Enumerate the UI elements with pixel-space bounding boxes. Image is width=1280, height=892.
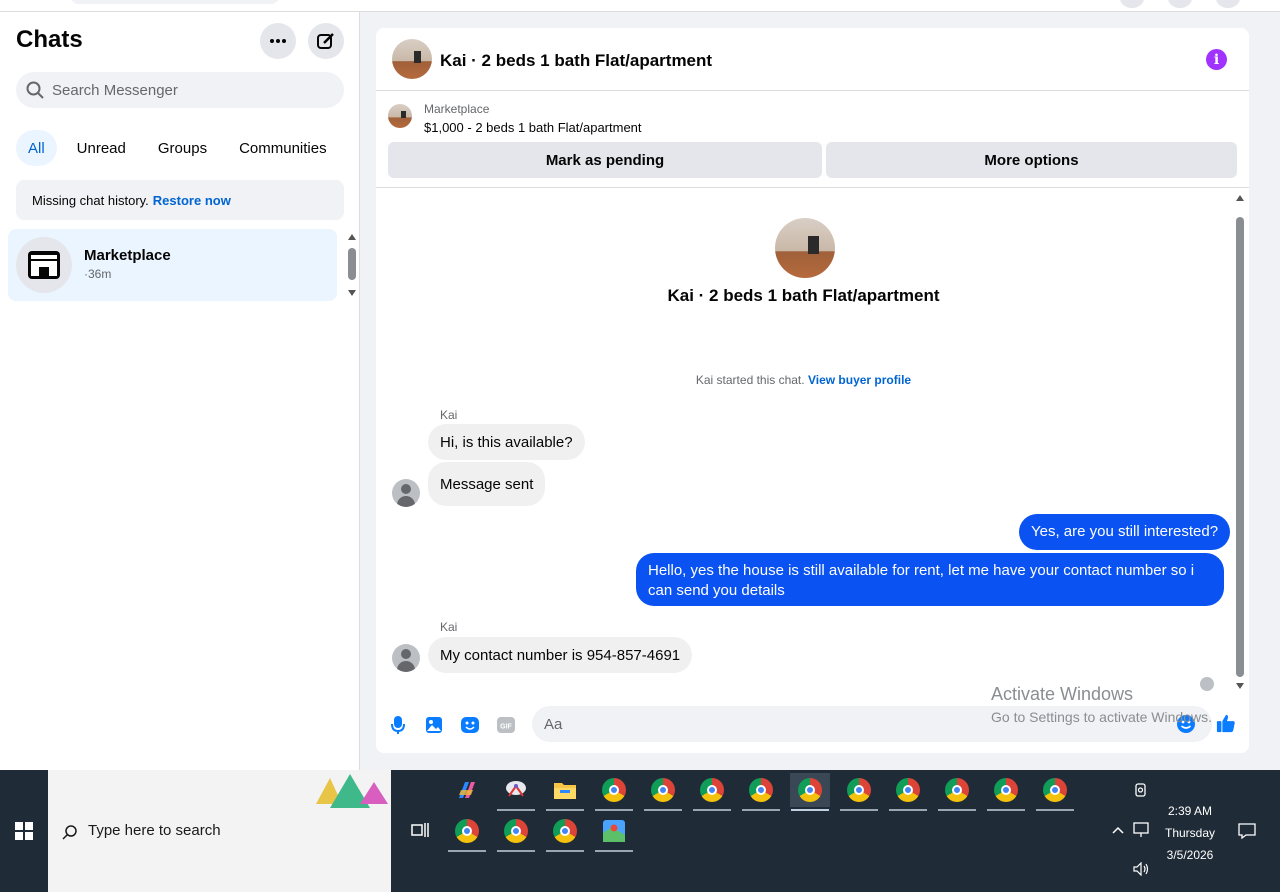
- more-options-listing-button[interactable]: More options: [826, 142, 1237, 178]
- chat-name: Marketplace: [84, 247, 171, 264]
- windows-logo-icon: [15, 822, 33, 840]
- notifications-icon[interactable]: [1238, 822, 1256, 843]
- search-icon: [26, 81, 44, 99]
- mark-as-pending-button[interactable]: Mark as pending: [388, 142, 822, 178]
- chat-list-item[interactable]: Marketplace ·36m: [8, 229, 337, 301]
- thread-scrollbar[interactable]: [1234, 189, 1246, 689]
- chrome-icon[interactable]: [741, 773, 781, 811]
- menu-icon[interactable]: [1120, 0, 1144, 8]
- show-hidden-icons-chevron-icon[interactable]: [1111, 824, 1125, 838]
- message-thread: Kai · 2 beds 1 bath Flat/apartment Kai s…: [376, 189, 1249, 691]
- chrome-icon[interactable]: [986, 773, 1026, 811]
- user-avatar: [392, 644, 420, 672]
- user-avatar: [392, 479, 420, 507]
- chat-filter-tabs: All Unread Groups Communities: [16, 130, 339, 166]
- facebook-search-bar[interactable]: [70, 0, 280, 4]
- missing-history-notice: Missing chat history. Restore now: [16, 180, 344, 220]
- clock-time: 2:39 AM: [1167, 804, 1213, 818]
- chrome-icon[interactable]: [888, 773, 928, 811]
- file-explorer-icon[interactable]: [545, 773, 585, 811]
- listing-large-thumbnail: [775, 218, 835, 278]
- snipping-tool-icon[interactable]: [496, 773, 536, 811]
- chrome-icon[interactable]: [937, 773, 977, 811]
- view-buyer-profile-link[interactable]: View buyer profile: [808, 373, 911, 387]
- conversation-title[interactable]: Kai · 2 beds 1 bath Flat/apartment: [440, 51, 712, 71]
- gif-icon[interactable]: GIF: [496, 715, 516, 735]
- search-highlight-illustration: [316, 774, 388, 808]
- more-options-button[interactable]: [260, 23, 296, 59]
- incoming-message[interactable]: Hi, is this available?: [428, 424, 585, 460]
- listing-small-thumbnail: [388, 104, 412, 128]
- taskbar-clock[interactable]: 2:39 AM Thursday 3/5/2026: [1150, 800, 1230, 866]
- conversation-panel: Kai · 2 beds 1 bath Flat/apartment i Mar…: [376, 28, 1249, 753]
- chrome-icon[interactable]: [692, 773, 732, 811]
- outgoing-message[interactable]: Hello, yes the house is still available …: [636, 553, 1224, 606]
- watermark-line2: Go to Settings to activate Windows.: [991, 709, 1212, 725]
- chat-time: ·36m: [84, 267, 112, 281]
- chats-sidebar: Chats All Unread Groups Communities Miss…: [0, 12, 360, 770]
- new-message-button[interactable]: [308, 23, 344, 59]
- marketplace-label: Marketplace: [424, 102, 490, 116]
- search-messenger[interactable]: [16, 72, 344, 108]
- chrome-icon-active[interactable]: [790, 773, 830, 811]
- chrome-icon[interactable]: [839, 773, 879, 811]
- clock-date: 3/5/2026: [1166, 848, 1214, 862]
- marketplace-avatar: [16, 237, 72, 293]
- microphone-icon[interactable]: [388, 715, 408, 735]
- profile-avatar[interactable]: [1216, 0, 1240, 8]
- tab-all[interactable]: All: [16, 130, 57, 166]
- chats-title: Chats: [16, 26, 83, 53]
- thread-title: Kai · 2 beds 1 bath Flat/apartment: [667, 286, 940, 305]
- taskbar-search-text: Type here to search: [88, 822, 221, 839]
- top-nav-strip: [0, 0, 1280, 12]
- chrome-icon[interactable]: [643, 773, 683, 811]
- chrome-icon[interactable]: [447, 814, 487, 852]
- incoming-message[interactable]: My contact number is 954-857-4691: [428, 637, 693, 673]
- image-icon[interactable]: [424, 715, 444, 735]
- marketplace-listing-bar: Marketplace $1,000 - 2 beds 1 bath Flat/…: [376, 92, 1249, 188]
- tab-communities[interactable]: Communities: [227, 130, 339, 166]
- sticker-icon[interactable]: [460, 715, 480, 735]
- listing-thumbnail[interactable]: [392, 39, 432, 79]
- chat-started-notice: Kai started this chat. View buyer profil…: [376, 373, 1231, 387]
- copilot-icon[interactable]: [447, 773, 487, 807]
- start-button[interactable]: [0, 770, 48, 892]
- restore-now-link[interactable]: Restore now: [153, 193, 231, 208]
- compose-icon: [317, 33, 334, 49]
- listing-price-title[interactable]: $1,000 - 2 beds 1 bath Flat/apartment: [424, 120, 642, 135]
- search-input[interactable]: [52, 81, 322, 99]
- activate-windows-watermark: Activate Windows Go to Settings to activ…: [991, 684, 1212, 725]
- sender-name: Kai: [440, 408, 458, 422]
- sender-name: Kai: [440, 620, 458, 634]
- chrome-icon[interactable]: [594, 773, 634, 811]
- meet-now-icon[interactable]: [1134, 783, 1148, 800]
- tab-groups[interactable]: Groups: [146, 130, 219, 166]
- notifications-icon[interactable]: [1168, 0, 1192, 8]
- outgoing-message[interactable]: Yes, are you still interested?: [1019, 514, 1231, 550]
- volume-icon[interactable]: [1133, 861, 1151, 879]
- clock-day: Thursday: [1164, 826, 1216, 840]
- taskbar-search-box[interactable]: Type here to search: [48, 770, 391, 892]
- thumbs-up-icon[interactable]: [1216, 713, 1236, 733]
- started-text: Kai started this chat.: [695, 373, 805, 387]
- maps-app-icon[interactable]: [594, 814, 634, 852]
- search-icon: [62, 825, 77, 840]
- svg-text:GIF: GIF: [500, 724, 512, 731]
- tab-unread[interactable]: Unread: [65, 130, 138, 166]
- ellipsis-icon: [270, 39, 286, 43]
- restore-text: Missing chat history.: [32, 192, 149, 208]
- chrome-icon[interactable]: [545, 814, 585, 852]
- chrome-icon[interactable]: [1035, 773, 1075, 811]
- chrome-icon[interactable]: [496, 814, 536, 852]
- chat-list-scrollbar[interactable]: [346, 234, 356, 298]
- incoming-message[interactable]: Message sent: [428, 462, 546, 506]
- storefront-icon: [28, 251, 60, 279]
- info-icon[interactable]: i: [1206, 49, 1227, 70]
- conversation-header: Kai · 2 beds 1 bath Flat/apartment i: [376, 28, 1249, 91]
- network-icon[interactable]: [1133, 822, 1151, 841]
- windows-taskbar: Type here to search 2:39 AM Thursday 3/5…: [0, 770, 1280, 892]
- watermark-line1: Activate Windows: [991, 684, 1134, 704]
- task-view-icon[interactable]: [400, 813, 440, 847]
